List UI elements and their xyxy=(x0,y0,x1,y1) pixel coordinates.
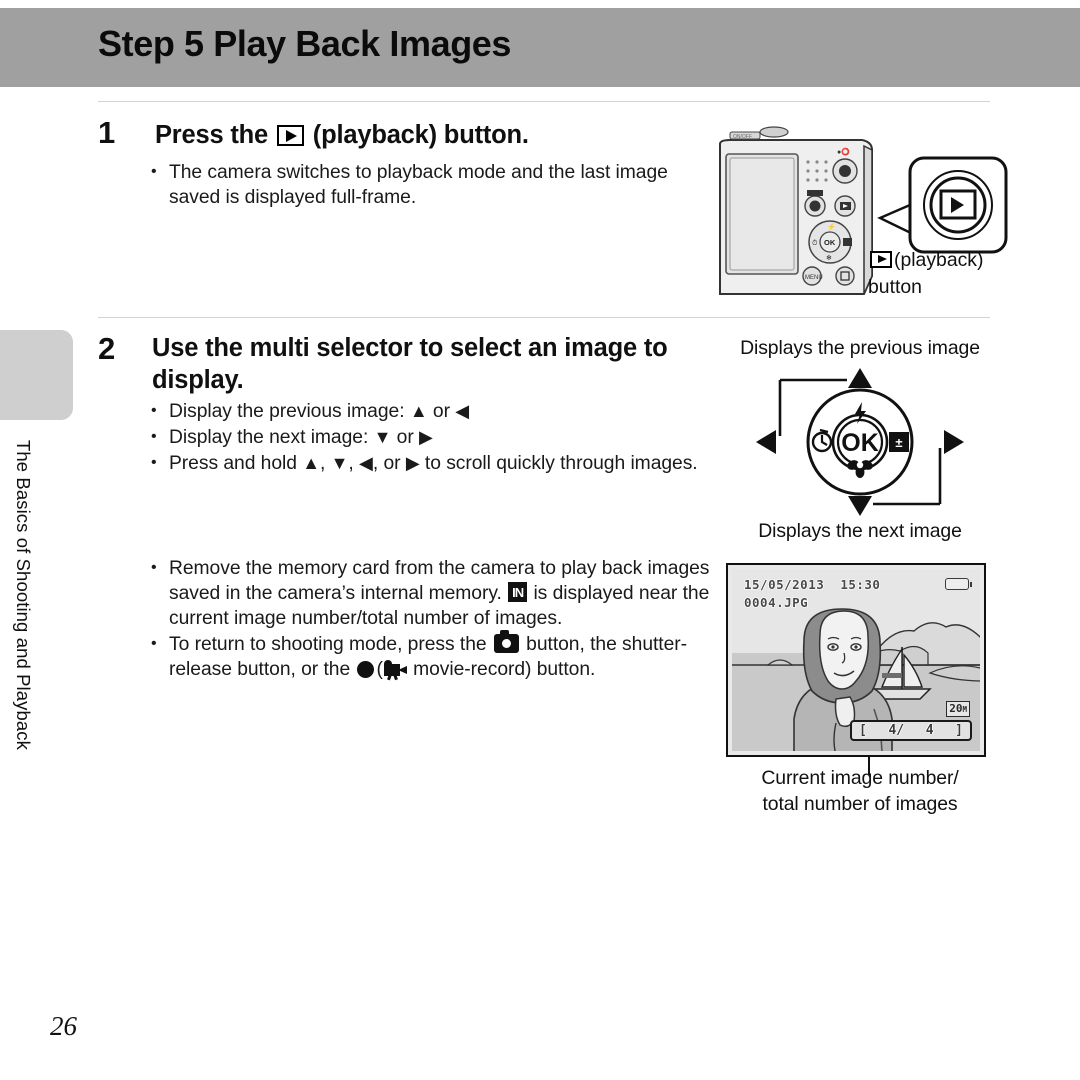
bullet-shooting-post: movie-record) button. xyxy=(413,659,596,680)
svg-text:OK: OK xyxy=(824,238,836,247)
svg-text:MENU: MENU xyxy=(805,275,823,281)
chapter-tab-marker xyxy=(0,330,73,420)
step-2-bullets-nav: Display the previous image: ▲ or ◀ Displ… xyxy=(145,398,705,477)
lcd-caption-line1: Current image number/ xyxy=(761,767,959,789)
lcd-filename: 0004.JPG xyxy=(744,595,809,610)
chapter-tab-label: The Basics of Shooting and Playback xyxy=(13,440,34,750)
lcd-monitor-illustration: 15/05/2013 15:30 0004.JPG 20M [ 4/ 4 ] xyxy=(726,563,986,757)
arrow-down-icon: ▼ xyxy=(330,453,349,473)
multiselector-bottom-caption: Displays the next image xyxy=(758,520,962,542)
svg-text:OK: OK xyxy=(841,429,879,457)
step-1-heading-post: (playback) button. xyxy=(312,121,529,149)
multiselector-top-caption: Displays the previous image xyxy=(740,337,980,359)
step-1-heading-pre: Press the xyxy=(155,121,269,149)
image-size-badge: 20M xyxy=(946,701,970,717)
bullet-hold-pre: Press and hold xyxy=(169,453,297,474)
bullet-shooting-paren: ( xyxy=(376,659,383,680)
step-2-bullets-notes: Remove the memory card from the camera t… xyxy=(145,555,710,683)
movie-camera-icon xyxy=(383,660,407,681)
image-size-unit: M xyxy=(962,705,967,714)
list-item: Press and hold ▲, ▼, ◀, or ▶ to scroll q… xyxy=(145,450,705,476)
bullet-shooting-pre: To return to shooting mode, press the xyxy=(169,634,487,655)
counter-total: 4 xyxy=(925,723,934,738)
arrow-up-icon: ▲ xyxy=(409,401,428,421)
page-title: Step 5 Play Back Images xyxy=(98,23,512,64)
counter-bracket-left: [ xyxy=(859,723,867,738)
svg-text:ON/OFF: ON/OFF xyxy=(733,134,752,140)
playback-button-callout-label: (playback) xyxy=(868,249,983,272)
bullet-next-text: Display the next image: xyxy=(169,427,369,448)
bullet-or-2: or xyxy=(396,427,414,448)
arrow-right-icon: ▶ xyxy=(419,427,433,447)
playback-icon xyxy=(276,125,304,146)
arrow-right-icon: ▶ xyxy=(405,453,420,473)
svg-text:⏱: ⏱ xyxy=(812,239,818,247)
svg-text:±: ± xyxy=(895,435,902,450)
lcd-date: 15/05/2013 xyxy=(744,577,825,592)
record-dot-icon xyxy=(357,661,375,678)
lcd-caption-line2: total number of images xyxy=(762,793,958,815)
svg-text:❄: ❄ xyxy=(826,254,832,262)
playback-button-callout-label-line2: button xyxy=(868,276,922,298)
playback-callout-text: (playback) xyxy=(894,249,984,271)
counter-current: 4/ xyxy=(888,723,905,738)
list-item: The camera switches to playback mode and… xyxy=(145,159,705,210)
bullet-hold-post: to scroll quickly through images. xyxy=(424,453,698,474)
counter-bracket-right: ] xyxy=(955,723,963,738)
arrow-up-icon: ▲ xyxy=(302,453,321,473)
step-2-number: 2 xyxy=(98,331,116,366)
bullet-hold-mid: , or xyxy=(372,453,401,474)
list-item: Display the previous image: ▲ or ◀ xyxy=(145,398,705,424)
battery-icon xyxy=(945,578,972,590)
lcd-datetime: 15/05/2013 15:30 xyxy=(744,577,880,592)
internal-memory-icon xyxy=(508,582,528,602)
manual-page: Step 5 Play Back Images The Basics of Sh… xyxy=(0,0,1080,1080)
lcd-screen-content: 15/05/2013 15:30 0004.JPG 20M [ 4/ 4 ] xyxy=(732,569,980,751)
lcd-time: 15:30 xyxy=(840,577,881,592)
arrow-left-icon: ◀ xyxy=(455,401,470,421)
frame-counter: [ 4/ 4 ] xyxy=(850,720,972,741)
step-1-bullets: The camera switches to playback mode and… xyxy=(145,159,705,211)
list-item: Display the next image: ▼ or ▶ xyxy=(145,424,705,450)
bullet-or-1: or xyxy=(432,401,450,422)
step-1-number: 1 xyxy=(98,115,116,150)
arrow-left-icon: ◀ xyxy=(359,453,373,473)
svg-text:⚡: ⚡ xyxy=(827,222,836,231)
page-number: 26 xyxy=(50,1011,77,1041)
camera-back-illustration: ON/OFF ●⭕ OK ⚡ ⏱ ❄ MENU xyxy=(719,126,1008,295)
image-size-value: 20 xyxy=(949,702,963,715)
multi-selector-diagram: OK ± xyxy=(756,368,964,516)
playback-icon-label xyxy=(870,251,892,268)
divider-step2 xyxy=(98,317,990,318)
list-item: Remove the memory card from the camera t… xyxy=(145,555,710,631)
svg-text:●⭕: ●⭕ xyxy=(837,147,850,156)
camera-mode-icon xyxy=(493,630,519,653)
arrow-down-icon: ▼ xyxy=(373,427,392,447)
bullet-prev-text: Display the previous image: xyxy=(169,401,405,422)
step-1-heading: Press the (playback) button. xyxy=(155,119,695,151)
step-2-heading: Use the multi selector to select an imag… xyxy=(152,334,668,394)
divider-top xyxy=(98,101,990,102)
list-item: To return to shooting mode, press the bu… xyxy=(145,630,710,682)
